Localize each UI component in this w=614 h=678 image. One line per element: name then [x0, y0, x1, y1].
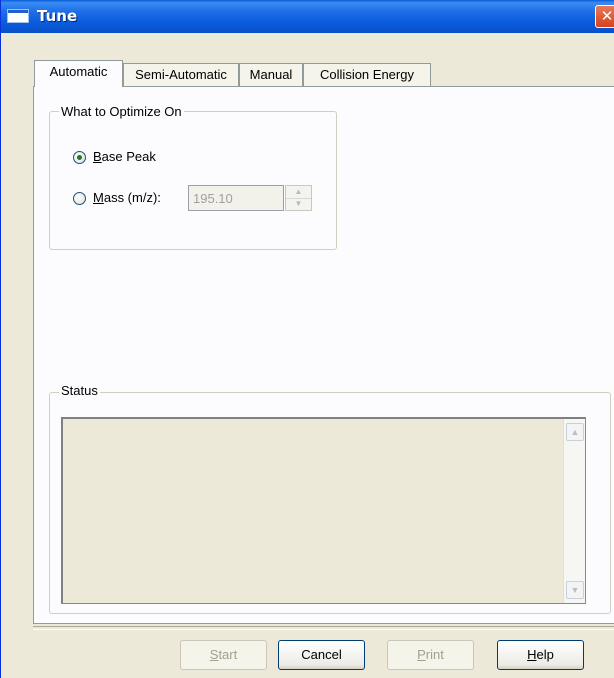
- close-icon[interactable]: ✕: [595, 5, 614, 28]
- base-peak-label[interactable]: Base Peak: [93, 149, 156, 164]
- print-button[interactable]: Print: [387, 640, 474, 670]
- tab-manual[interactable]: Manual: [239, 63, 303, 86]
- cancel-button[interactable]: Cancel: [278, 640, 365, 670]
- scroll-up-icon[interactable]: ▲: [566, 423, 584, 441]
- help-button[interactable]: Help: [497, 640, 584, 670]
- mass-label[interactable]: Mass (m/z):: [93, 190, 161, 205]
- spinner-down-icon[interactable]: ▼: [286, 198, 311, 210]
- scroll-down-icon[interactable]: ▼: [566, 581, 584, 599]
- tab-automatic[interactable]: Automatic: [34, 60, 123, 87]
- status-scrollbar[interactable]: ▲ ▼: [563, 419, 585, 603]
- mass-radio[interactable]: [73, 192, 86, 205]
- tune-dialog: Tune ✕ Automatic Semi-Automatic Manual C…: [0, 0, 614, 678]
- mass-input[interactable]: 195.10: [188, 185, 284, 211]
- status-group-legend: Status: [59, 383, 100, 398]
- title-bar[interactable]: Tune ✕: [1, 0, 614, 33]
- footer-divider: [33, 626, 614, 630]
- status-textarea[interactable]: ▲ ▼: [61, 417, 586, 604]
- base-peak-radio[interactable]: [73, 151, 86, 164]
- optimize-group-legend: What to Optimize On: [59, 104, 184, 119]
- window-icon: [7, 9, 29, 23]
- tab-semi-automatic[interactable]: Semi-Automatic: [123, 63, 239, 86]
- optimize-group: [49, 111, 337, 250]
- start-button[interactable]: Start: [180, 640, 267, 670]
- mass-spinner[interactable]: ▲ ▼: [285, 185, 312, 211]
- window-title: Tune: [37, 7, 78, 25]
- tab-strip: Automatic Semi-Automatic Manual Collisio…: [1, 60, 614, 87]
- tab-collision-energy[interactable]: Collision Energy: [303, 63, 431, 86]
